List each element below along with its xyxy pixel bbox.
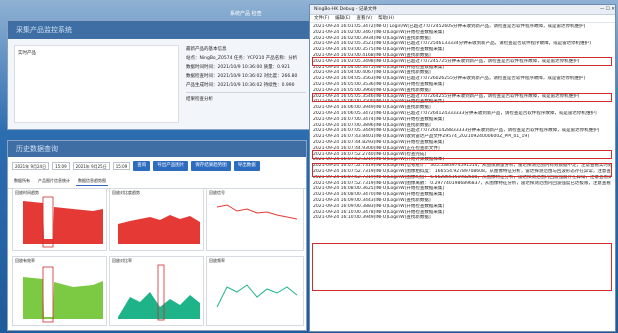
log-window-titlebar: NingBo-HK Debug - 记录文件 — ☐ ✕: [310, 5, 615, 15]
menu-help[interactable]: 帮助(H): [378, 15, 394, 22]
monitor-window: 采集产品监控系统 实时产品 最新产品的基本信息 站点：NingBo_Z0574 …: [7, 20, 310, 130]
product-info-row: 站点：NingBo_Z0574 任务：YCP210 产品名称：分析: [186, 56, 298, 61]
log-highlight-box: [312, 57, 612, 66]
series-area: [118, 215, 200, 244]
series-area: [118, 292, 200, 319]
chart-frequency-svg: [216, 284, 298, 308]
chart-contrast-trend: 回放对比度趋势: [109, 188, 204, 251]
desktop-label: 系统产品 检查: [230, 11, 262, 17]
log-menu: 文件(F) 编辑(E) 查看(V) 帮助(H): [310, 15, 615, 23]
realtime-product-header: 实时产品: [18, 51, 36, 56]
log-highlight-box: [312, 93, 612, 102]
tab-image-stats[interactable]: 产品图片信息统计: [36, 177, 72, 186]
chart-time-trend-svg: [23, 196, 103, 248]
tab-all-data[interactable]: 数据所有: [12, 177, 32, 186]
start-date-input[interactable]: 2021年 9月24日: [12, 162, 50, 170]
export-image-button[interactable]: 导出产品图片: [153, 161, 189, 171]
window-controls[interactable]: — ☐ ✕: [600, 5, 615, 14]
product-info-row: 数据时间时间：2021/10/9 10:36:00 质量：0.921: [186, 65, 291, 70]
history-tabs: 数据所有 产品图片信息统计 数据信息趋势图: [8, 175, 306, 189]
log-line: 2021-09-24 16:06:05.3472[INFO]LoginW[已超过…: [313, 110, 597, 116]
chart-contrast-rate-svg: [118, 264, 200, 321]
series-area: [23, 277, 103, 319]
history-window-title: 历史数据查询: [8, 141, 306, 157]
log-window: NingBo-HK Debug - 记录文件 — ☐ ✕ 文件(F) 编辑(E)…: [309, 4, 616, 332]
realtime-product-panel: 实时产品: [14, 45, 179, 123]
series-line: [216, 204, 298, 220]
product-info-row: 数据检查时间：2021/10/9 10:36:02 对比度：266.80: [186, 74, 298, 79]
log-line: 2021-09-24 16:01:05.3472[INFO] Login/W[已…: [313, 24, 586, 29]
chart-signal: 回放信号: [206, 188, 304, 251]
chart-contrast-svg: [118, 215, 200, 244]
chart-signal-svg: [216, 204, 298, 220]
save-trend-button[interactable]: 保存结果趋势图: [191, 161, 231, 171]
divider: [186, 92, 306, 93]
chart-contrast-rate: 回放对比率: [109, 256, 204, 326]
menu-view[interactable]: 查看(V): [356, 15, 372, 22]
history-toolbar: 2021年 9月24日 15:09 2021年 9月25日 15:09 查询 导…: [8, 157, 306, 175]
series-line: [216, 284, 298, 308]
log-highlight-box: [312, 163, 612, 177]
history-window: 历史数据查询 2021年 9月24日 15:09 2021年 9月25日 15:…: [7, 140, 307, 331]
log-highlight-box: [312, 150, 612, 159]
end-date-input[interactable]: 2021年 9月25日: [72, 162, 110, 170]
log-window-title: NingBo-HK Debug - 记录文件: [314, 7, 377, 12]
end-time-input[interactable]: 15:09: [112, 162, 131, 170]
red-highlight-box: [42, 266, 54, 323]
log-highlight-box: [312, 243, 612, 291]
tab-trend[interactable]: 数据信息趋势图: [76, 177, 108, 186]
product-info-panel: 最新产品的基本信息 站点：NingBo_Z0574 任务：YCP210 产品名称…: [186, 45, 306, 123]
product-info-header: 最新产品的基本信息: [186, 47, 227, 52]
chart-valid-rate: 回放有效率: [12, 256, 107, 326]
start-time-input[interactable]: 15:09: [52, 162, 70, 170]
query-button[interactable]: 查询: [133, 161, 151, 171]
menu-file[interactable]: 文件(F): [314, 15, 329, 22]
monitor-window-title: 采集产品监控系统: [8, 21, 309, 39]
product-info-row: 产品生成时间：2021/10/9 10:36:02 持续性：0.990: [186, 83, 295, 88]
chart-time-trend: 回放时间趋势: [12, 188, 107, 251]
menu-edit[interactable]: 编辑(E): [335, 15, 350, 22]
series-area: [23, 201, 103, 244]
log-line: 2021-09-24 16:10:00.3949[INFO]LoginW[查找新…: [313, 215, 431, 221]
chart-frequency: 回放频率: [206, 256, 304, 326]
result-check-label: 结果检查分析: [186, 97, 213, 102]
export-data-button[interactable]: 导出数据: [233, 161, 260, 171]
chart-valid-rate-svg: [23, 266, 103, 323]
